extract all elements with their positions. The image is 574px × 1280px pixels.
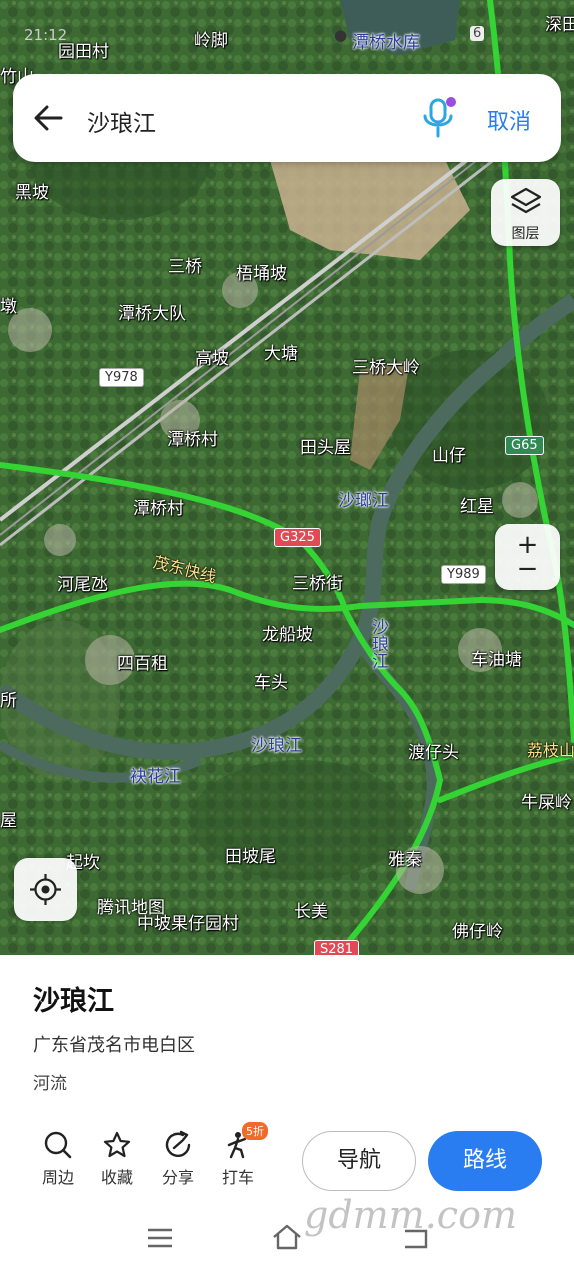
map-view[interactable]: 21:12 ● 6 园田村 岭脚 潭桥水库 深田 竹山 黑坡 三桥 梧埇坡 潭桥… [0,0,574,955]
search-bar[interactable]: 沙琅江 取消 [13,74,561,162]
route-button[interactable]: 路线 [428,1131,542,1191]
map-label: 梧埇坡 [236,264,287,284]
map-label: 高坡 [195,349,229,369]
map-label: 龙船坡 [262,625,313,645]
battery-indicator: 6 [470,26,485,41]
map-label: 渡仔头 [408,743,459,763]
river-label: 沙琅江 [251,736,302,756]
map-label: 所 [0,691,17,711]
map-label: 河尾氹 [57,575,108,595]
place-address: 广东省茂名市电白区 [33,1035,195,1056]
action-label: 周边 [41,1168,74,1187]
crosshair-icon [30,874,61,905]
action-nearby[interactable]: 周边 [33,1130,83,1188]
map-label: 雅秦 [388,850,422,870]
map-label: 荔枝山 [527,741,574,760]
discount-badge: 5折 [242,1122,268,1140]
back-icon[interactable] [400,1227,430,1251]
place-detail-panel: 沙琅江 广东省茂名市电白区 河流 周边 收藏 分享 打车 5折 导航 路线 gd… [0,955,574,1280]
map-label: 园田村 [58,42,109,62]
map-label: 潭桥村 [167,430,218,450]
layers-button[interactable]: 图层 [491,179,560,246]
zoom-out-button[interactable]: − [495,554,560,584]
zoom-control[interactable]: + − [495,524,560,590]
microphone-icon[interactable] [421,96,457,140]
map-label: 田坡尾 [225,847,276,867]
map-label: 车头 [254,673,288,693]
action-favorite[interactable]: 收藏 [92,1130,142,1188]
place-title: 沙琅江 [33,986,114,1017]
layers-label: 图层 [511,226,540,242]
cancel-button[interactable]: 取消 [487,104,531,136]
navigate-button[interactable]: 导航 [302,1131,416,1191]
map-label: 佛仔岭 [452,922,503,942]
place-type: 河流 [33,1074,67,1094]
map-label: 墩 [0,297,17,317]
river-label: 沙琅江 [368,618,388,669]
menu-icon[interactable] [146,1227,174,1249]
map-label: 三桥大岭 [352,358,420,378]
map-label: 四百租 [117,654,168,674]
action-label: 收藏 [100,1168,133,1187]
map-label: 三桥 [168,257,202,277]
share-icon [165,1130,191,1157]
map-water-label: 潭桥水库 [352,33,420,53]
map-label: 岭脚 [194,31,228,51]
road-shield-s281: S281 [314,940,360,955]
road-shield-y989: Y989 [441,565,486,584]
locate-button[interactable] [14,858,77,921]
map-label: 长美 [294,902,328,922]
map-label: 牛屎岭 [521,793,572,813]
map-label: 山仔 [432,446,466,466]
action-share[interactable]: 分享 [153,1130,203,1188]
layers-icon [510,187,542,214]
map-label: 车油塘 [471,650,522,670]
home-icon[interactable] [271,1223,303,1251]
road-shield-g325: G325 [274,528,321,547]
map-label: 三桥街 [292,574,343,594]
search-input[interactable]: 沙琅江 [87,104,156,138]
action-label: 分享 [161,1168,194,1187]
road-shield-y978: Y978 [99,368,144,387]
action-label: 打车 [221,1168,254,1187]
road-shield-g65: G65 [505,436,544,455]
map-label: 潭桥大队 [118,304,186,324]
location-pin-icon: ● [334,26,348,44]
river-label: 沙瑯江 [338,491,389,511]
map-label: 大塘 [264,344,298,364]
map-label: 黑坡 [15,183,49,203]
star-icon [103,1131,131,1158]
map-label: 深田 [545,15,574,35]
search-icon [44,1131,72,1159]
back-arrow-icon[interactable] [31,100,67,136]
map-watermark: 腾讯地图 [97,898,165,918]
map-label: 红星 [460,497,494,517]
map-label: 潭桥村 [133,499,184,519]
map-label: 田头屋 [300,438,351,458]
map-label: 屋 [0,811,17,831]
river-label: 袂花江 [130,767,181,787]
